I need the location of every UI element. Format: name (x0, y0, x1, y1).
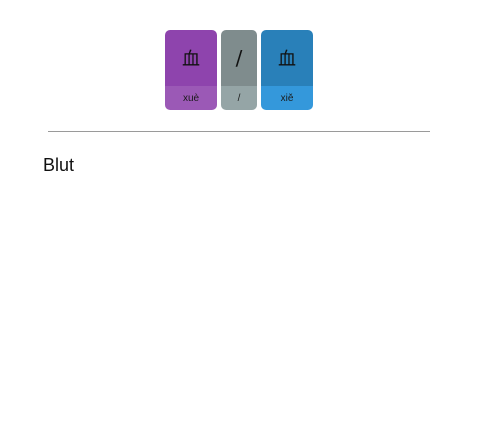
page: 血 xuè / / 血 xiě Blut (0, 0, 478, 446)
character-card-separator[interactable]: / / (221, 30, 257, 110)
divider (48, 131, 430, 132)
meaning-text: Blut (43, 155, 75, 175)
card-pinyin: xiě (261, 86, 313, 110)
character-card-xie[interactable]: 血 xiě (261, 30, 313, 110)
card-character: 血 (165, 30, 217, 86)
card-character: / (221, 30, 257, 86)
character-card-xue[interactable]: 血 xuè (165, 30, 217, 110)
card-pinyin: xuè (165, 86, 217, 110)
character-cards: 血 xuè / / 血 xiě (165, 30, 313, 110)
card-character: 血 (261, 30, 313, 86)
card-pinyin: / (221, 86, 257, 110)
